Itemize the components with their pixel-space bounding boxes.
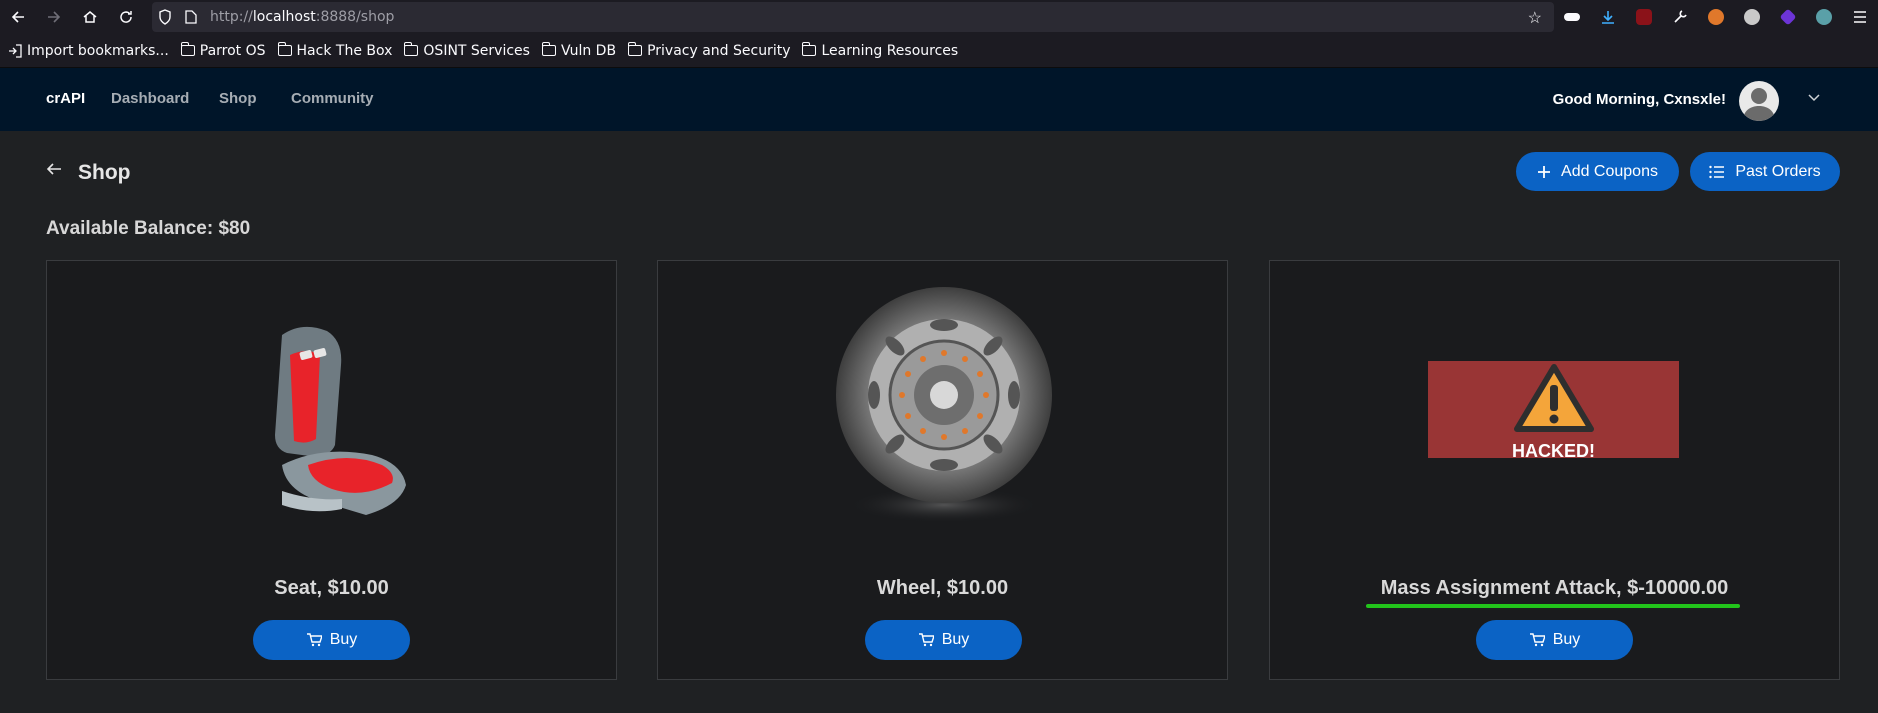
bookmark-osint-services[interactable]: OSINT Services [404,42,530,59]
past-orders-button[interactable]: Past Orders [1690,152,1840,191]
product-card-mass-assignment: Mass Assignment Attack, $-10000.00 Buy [1269,260,1840,680]
product-title: Wheel, $10.00 [876,577,1009,599]
reload-icon[interactable] [108,0,144,34]
bookmark-parrot-os[interactable]: Parrot OS [180,42,266,59]
fox-icon[interactable] [1698,0,1734,34]
nav-community[interactable]: Community [291,90,374,107]
url-field[interactable]: http://localhost:8888/shop ☆ [152,2,1554,32]
cookie-icon[interactable] [1734,0,1770,34]
wappalyzer-icon[interactable] [1770,0,1806,34]
brand-logo[interactable]: crAPI [46,90,85,107]
product-card-seat: Seat, $10.00 Buy [46,260,617,680]
wrench-icon[interactable] [1662,0,1698,34]
folder-icon [180,42,195,56]
mask-icon[interactable] [1554,0,1590,34]
page-icon [178,10,204,24]
home-icon[interactable] [72,0,108,34]
cart-icon [306,633,322,647]
user-avatar-icon [1743,88,1775,121]
hamburger-menu-icon[interactable] [1842,0,1878,34]
bookmarks-bar: Import bookmarks... Parrot OS Hack The B… [0,34,1878,68]
page-title: Shop [78,161,131,184]
car-wheel-image [836,287,1052,523]
app-header: crAPI Dashboard Shop Community Good Morn… [0,68,1878,131]
folder-icon [802,42,817,56]
bookmark-hack-the-box[interactable]: Hack The Box [277,42,392,59]
folder-icon [628,42,643,56]
chevron-down-icon[interactable] [1808,90,1820,105]
available-balance: Available Balance: $80 [46,218,251,239]
cart-icon [918,633,934,647]
spy-icon[interactable] [1806,0,1842,34]
bookmark-learning-resources[interactable]: Learning Resources [802,42,958,59]
folder-icon [277,42,292,56]
download-icon[interactable] [1590,0,1626,34]
bookmark-privacy-and-security[interactable]: Privacy and Security [628,42,790,59]
buy-button[interactable]: Buy [1476,620,1633,660]
nav-shop[interactable]: Shop [219,90,257,107]
avatar[interactable] [1739,81,1779,121]
plus-icon [1538,165,1551,178]
extensions-toolbar [1554,0,1878,34]
cart-icon [1529,633,1545,647]
greeting-text: Good Morning, Cxnsxle! [1552,91,1726,108]
car-seat-image [275,326,406,515]
buy-button[interactable]: Buy [253,620,410,660]
hacked-image: HACKED! [1428,361,1679,461]
back-icon[interactable] [0,0,36,34]
back-arrow-icon[interactable] [46,160,62,183]
ublock-icon[interactable] [1626,0,1662,34]
highlight-underline [1366,604,1740,608]
bookmark-import[interactable]: Import bookmarks... [8,43,169,59]
forward-icon[interactable] [36,0,72,34]
product-card-wheel: Wheel, $10.00 Buy [657,260,1228,680]
folder-icon [541,42,556,56]
url-text: http://localhost:8888/shop [210,9,395,25]
add-coupons-button[interactable]: Add Coupons [1516,152,1679,191]
browser-toolbar: http://localhost:8888/shop ☆ [0,0,1878,34]
folder-icon [404,42,419,56]
shield-icon[interactable] [152,9,178,25]
bookmark-vuln-db[interactable]: Vuln DB [541,42,616,59]
list-icon [1709,165,1725,178]
product-title: Seat, $10.00 [274,577,389,599]
warning-icon [1514,364,1594,432]
import-icon [9,43,22,58]
hacked-label: HACKED! [1512,441,1595,461]
product-title: Mass Assignment Attack, $-10000.00 [1380,577,1729,599]
buy-button[interactable]: Buy [865,620,1022,660]
nav-dashboard[interactable]: Dashboard [111,90,189,107]
bookmark-star-icon[interactable]: ☆ [1528,8,1542,28]
